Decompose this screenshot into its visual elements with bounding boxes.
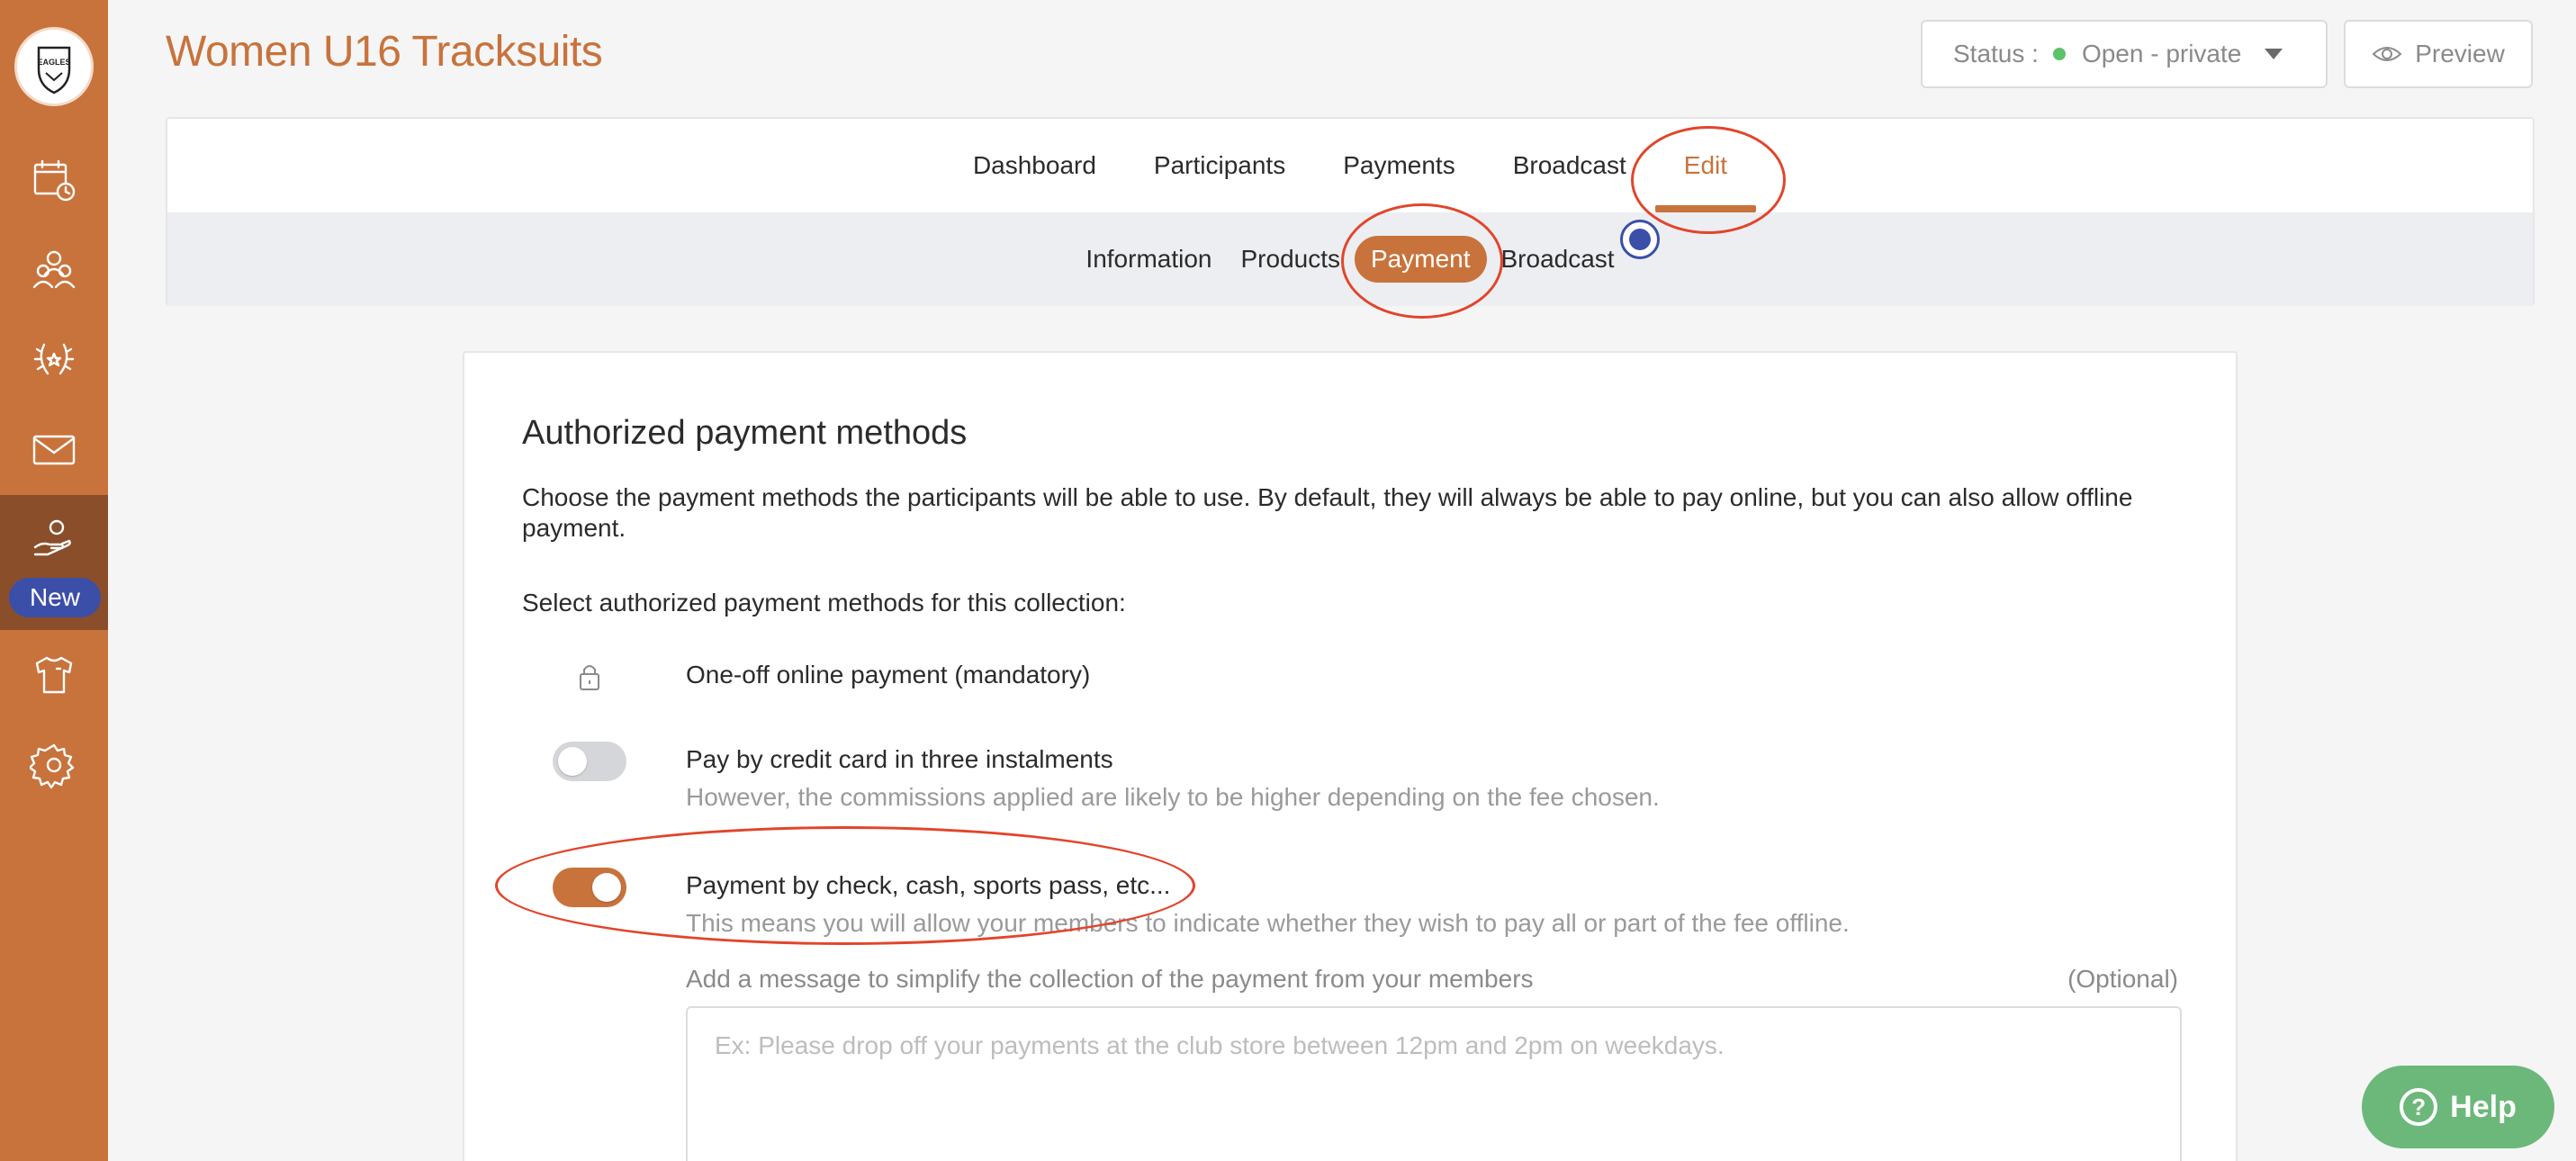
tab-payments[interactable]: Payments [1314, 119, 1484, 212]
status-label: Status : [1953, 40, 2039, 68]
method-description: This means you will allow your members t… [686, 909, 1850, 937]
sidebar-item-competitions[interactable] [0, 315, 108, 405]
payment-methods-card: Authorized payment methods Choose the pa… [463, 351, 2238, 1161]
subtab-information[interactable]: Information [1071, 238, 1226, 281]
payment-message-input[interactable] [686, 1006, 2182, 1161]
select-label: Select authorized payment methods for th… [522, 589, 1126, 616]
method-toggle-wrap [522, 866, 657, 909]
method-title: Pay by credit card in three instalments [686, 745, 1113, 773]
offline-payment-toggle[interactable] [553, 868, 626, 907]
sidebar-item-members[interactable] [0, 225, 108, 315]
optional-label: (Optional) [2067, 965, 2178, 993]
card-intro: Choose the payment methods the participa… [522, 483, 2133, 542]
tshirt-icon [35, 656, 73, 694]
subtab-broadcast[interactable]: Broadcast [1487, 238, 1629, 281]
tab-edit[interactable]: Edit [1654, 119, 1757, 212]
eagles-logo-icon: EAGLES [37, 46, 71, 94]
card-heading: Authorized payment methods [522, 414, 968, 452]
status-dot-icon [2052, 48, 2066, 60]
cursor-indicator-icon [1620, 220, 1660, 259]
subtab-payment[interactable]: Payment [1355, 236, 1487, 283]
instalments-toggle[interactable] [553, 742, 626, 781]
gear-icon [30, 743, 75, 789]
sub-tabs: Information Products Payment Broadcast [167, 212, 2533, 306]
preview-button[interactable]: Preview [2344, 20, 2533, 88]
sidebar-item-messages[interactable] [0, 405, 108, 495]
method-lock [522, 655, 657, 698]
help-label: Help [2450, 1089, 2517, 1124]
question-icon: ? [2400, 1088, 2438, 1126]
method-toggle-wrap [522, 740, 657, 783]
sidebar-item-calendar[interactable] [0, 135, 108, 225]
envelope-icon [32, 435, 76, 465]
tab-broadcast[interactable]: Broadcast [1484, 119, 1655, 212]
message-label: Add a message to simplify the collection… [686, 965, 1534, 993]
status-value: Open - private [2081, 40, 2242, 68]
lock-icon [580, 665, 599, 690]
status-dropdown[interactable]: Status : Open - private [1921, 20, 2328, 88]
sidebar: EAGLES New [0, 0, 108, 1161]
method-title: Payment by check, cash, sports pass, etc… [686, 871, 1171, 899]
chevron-down-icon [2265, 49, 2283, 59]
sidebar-item-settings[interactable] [0, 720, 108, 810]
method-description: However, the commissions applied are lik… [686, 783, 1660, 811]
laurel-icon [33, 343, 75, 375]
sidebar-item-shop[interactable] [0, 630, 108, 720]
preview-label: Preview [2415, 40, 2505, 68]
calendar-clock-icon [33, 159, 76, 202]
method-title: One-off online payment (mandatory) [686, 661, 1091, 688]
eye-icon [2372, 47, 2402, 61]
subtab-products[interactable]: Products [1227, 238, 1356, 281]
tab-participants[interactable]: Participants [1125, 119, 1314, 212]
svg-text:EAGLES: EAGLES [37, 58, 70, 67]
help-button[interactable]: ? Help [2362, 1066, 2554, 1148]
people-icon [32, 250, 76, 289]
club-logo[interactable]: EAGLES [14, 27, 94, 106]
new-badge: New [9, 578, 101, 617]
hand-coin-icon [33, 519, 71, 556]
sidebar-item-payments[interactable]: New [0, 495, 108, 630]
tabs-panel: Dashboard Participants Payments Broadcas… [166, 117, 2535, 306]
main-tabs: Dashboard Participants Payments Broadcas… [167, 119, 2533, 212]
page-title: Women U16 Tracksuits [166, 28, 603, 76]
tab-dashboard[interactable]: Dashboard [944, 119, 1125, 212]
